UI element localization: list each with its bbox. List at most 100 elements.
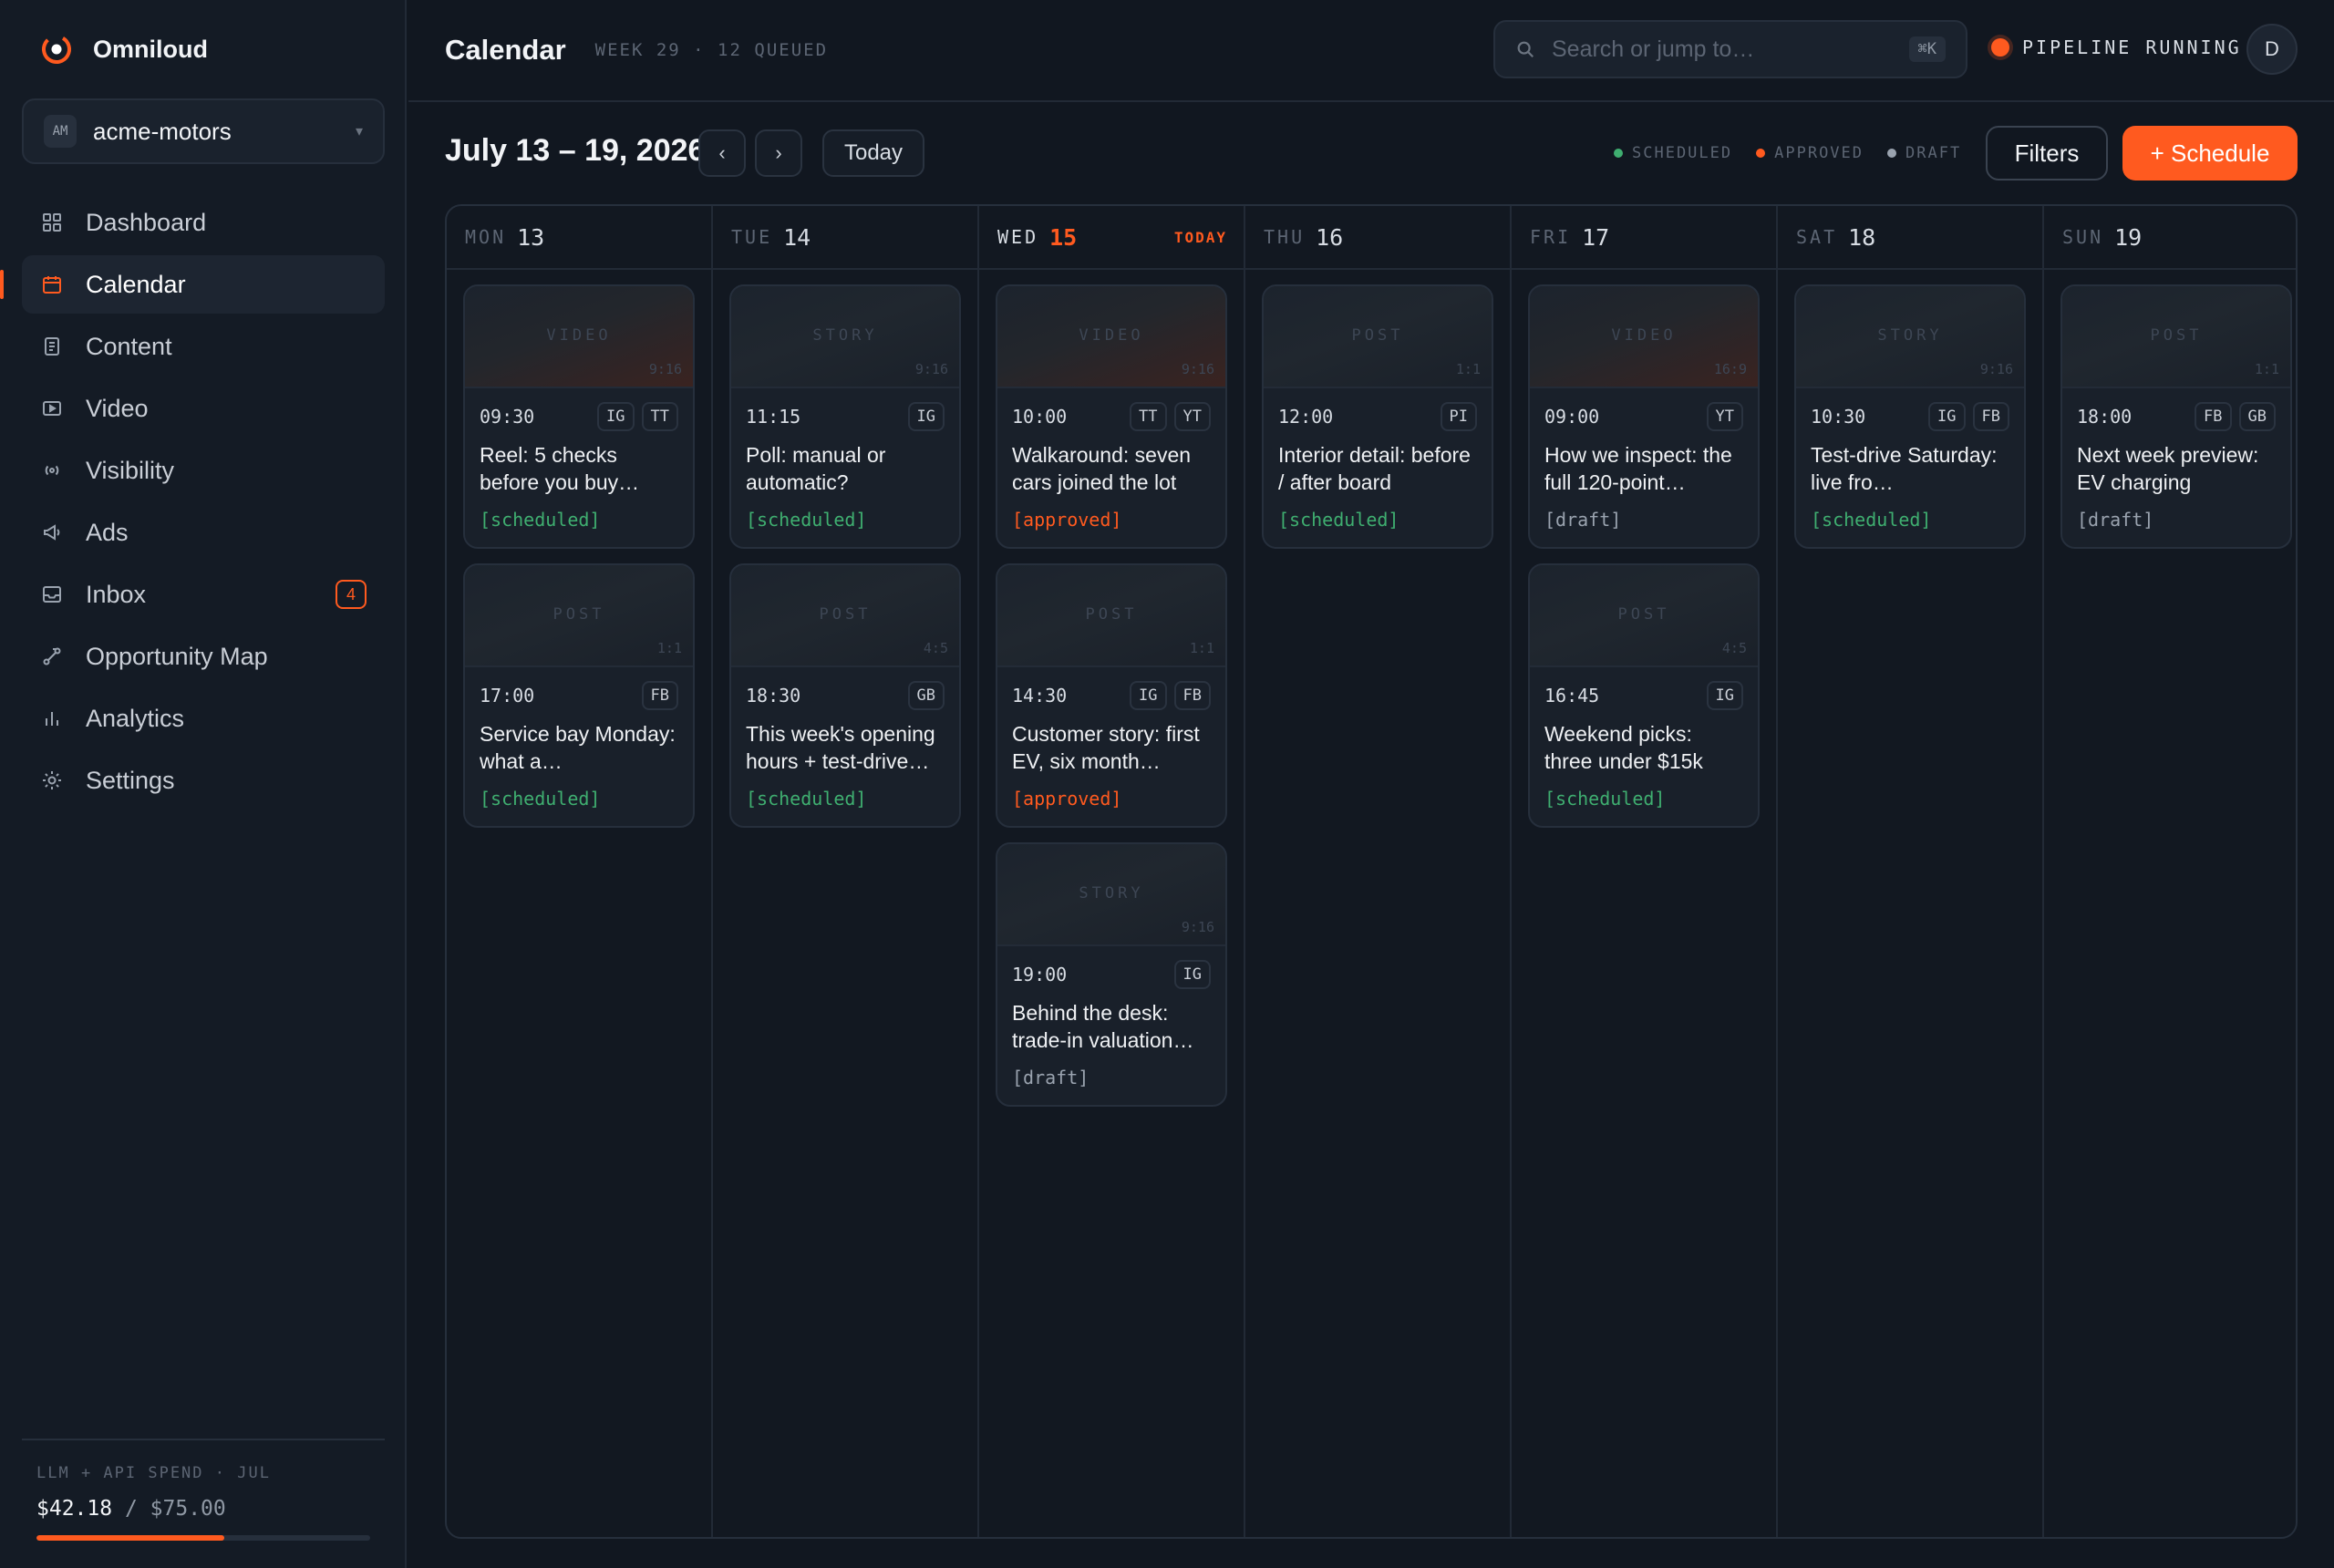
post-card[interactable]: POST 1:1 14:30 IG FB Customer story: first EV… bbox=[996, 563, 1227, 828]
post-card[interactable]: STORY 9:16 10:30 IG FB Test-drive Saturday: l… bbox=[1794, 284, 2026, 549]
post-type: STORY bbox=[1877, 326, 1943, 345]
platform-chip: FB bbox=[641, 681, 678, 710]
post-card[interactable]: VIDEO 9:16 09:30 IG TT Reel: 5 checks before … bbox=[463, 284, 695, 549]
post-type: POST bbox=[2150, 326, 2203, 345]
top-header: Calendar WEEK 29 · 12 QUEUED ⌘K PIPELINE… bbox=[408, 0, 2334, 102]
legend-item-scheduled: SCHEDULED bbox=[1614, 144, 1732, 162]
post-card[interactable]: POST 1:1 17:00 FB Service bay Monday: what a… bbox=[463, 563, 695, 828]
day-number: 17 bbox=[1582, 223, 1610, 251]
platform-chip: IG bbox=[597, 402, 635, 431]
day-column-thu[interactable]: THU 16 POST 1:1 12:00 PI Interior detail: befo… bbox=[1245, 206, 1512, 1537]
post-card[interactable]: STORY 9:16 19:00 IG Behind the desk: trade-i… bbox=[996, 842, 1227, 1107]
post-status: [approved] bbox=[1012, 788, 1122, 810]
post-card[interactable]: POST 4:5 18:30 GB This week's opening hours … bbox=[729, 563, 961, 828]
post-meta: 12:00 PI bbox=[1264, 401, 1492, 432]
sidebar-item-inbox[interactable]: Inbox 4 bbox=[22, 565, 385, 624]
day-cards: VIDEO 9:16 10:00 TT YT Walkaround: seven cars… bbox=[979, 270, 1244, 1136]
bar-chart-icon bbox=[40, 707, 64, 730]
sidebar-item-analytics[interactable]: Analytics bbox=[22, 689, 385, 748]
post-time: 10:30 bbox=[1811, 406, 1866, 428]
post-type: POST bbox=[819, 605, 872, 624]
megaphone-icon bbox=[40, 521, 64, 544]
post-meta: 16:45 IG bbox=[1530, 680, 1758, 711]
inbox-icon bbox=[40, 583, 64, 606]
brand[interactable]: Omniloud bbox=[40, 33, 208, 66]
aspect-ratio: 4:5 bbox=[1721, 640, 1747, 656]
sidebar-item-dashboard[interactable]: Dashboard bbox=[22, 193, 385, 252]
sidebar-item-calendar[interactable]: Calendar bbox=[0, 255, 385, 314]
aspect-ratio: 9:16 bbox=[648, 361, 682, 377]
sidebar-item-label: Analytics bbox=[86, 704, 185, 732]
day-column-mon[interactable]: MON 13 VIDEO 9:16 09:30 IG TT Reel: 5 checks be… bbox=[447, 206, 713, 1537]
day-header: TUE 14 bbox=[713, 206, 977, 270]
day-column-fri[interactable]: FRI 17 VIDEO 16:9 09:00 YT How we inspect: the… bbox=[1512, 206, 1778, 1537]
platform-chip: FB bbox=[1972, 402, 2009, 431]
aspect-ratio: 9:16 bbox=[1181, 919, 1214, 935]
sidebar-item-video[interactable]: Video bbox=[22, 379, 385, 438]
post-type: VIDEO bbox=[1079, 326, 1144, 345]
post-thumbnail: POST 1:1 bbox=[465, 565, 693, 667]
omniloud-logo-icon bbox=[40, 33, 73, 66]
sidebar-item-label: Calendar bbox=[86, 270, 186, 298]
day-column-sun[interactable]: SUN 19 POST 1:1 18:00 FB GB Next week preview: … bbox=[2044, 206, 2296, 1537]
platform-chip: TT bbox=[1130, 402, 1167, 431]
spend-progress-fill bbox=[36, 1535, 224, 1541]
post-title: This week's opening hours + test-drive… bbox=[746, 722, 935, 773]
post-meta: 10:30 IG FB bbox=[1796, 401, 2024, 432]
post-thumbnail: VIDEO 9:16 bbox=[465, 286, 693, 388]
sidebar-item-opportunity-map[interactable]: Opportunity Map bbox=[22, 627, 385, 686]
aspect-ratio: 1:1 bbox=[656, 640, 682, 656]
day-column-tue[interactable]: TUE 14 STORY 9:16 11:15 IG Poll: manual or aut… bbox=[713, 206, 979, 1537]
legend-label: SCHEDULED bbox=[1632, 144, 1733, 162]
post-card[interactable]: STORY 9:16 11:15 IG Poll: manual or automati… bbox=[729, 284, 961, 549]
search-input[interactable] bbox=[1552, 36, 1909, 63]
post-title: Poll: manual or automatic? bbox=[746, 443, 886, 494]
filters-button[interactable]: Filters bbox=[1986, 126, 2108, 181]
sidebar-item-content[interactable]: Content bbox=[22, 317, 385, 376]
prev-week-button[interactable]: ‹ bbox=[698, 129, 746, 177]
spend-values: $42.18 / $75.00 bbox=[36, 1497, 370, 1521]
search-bar[interactable]: ⌘K bbox=[1493, 20, 1967, 78]
post-title: Next week preview: EV charging basics… bbox=[2077, 443, 2259, 494]
day-number: 14 bbox=[783, 223, 811, 251]
status-legend: SCHEDULED APPROVED DRAFT bbox=[1614, 144, 1961, 162]
spend-limit: $75.00 bbox=[150, 1497, 226, 1521]
pipeline-status[interactable]: PIPELINE RUNNING bbox=[1991, 36, 2242, 58]
post-card[interactable]: VIDEO 16:9 09:00 YT How we inspect: the full… bbox=[1528, 284, 1760, 549]
grid-icon bbox=[40, 211, 64, 234]
day-column-wed[interactable]: WED 15 TODAY VIDEO 9:16 10:00 TT YT Walkaround: … bbox=[979, 206, 1245, 1537]
post-time: 17:00 bbox=[480, 685, 535, 707]
workspace-switcher[interactable]: AM acme-motors ▾ bbox=[22, 98, 385, 164]
post-type: POST bbox=[1351, 326, 1404, 345]
post-status: [scheduled] bbox=[480, 788, 601, 810]
post-meta: 18:00 FB GB bbox=[2062, 401, 2290, 432]
day-name: WED bbox=[997, 226, 1039, 248]
post-status: [draft] bbox=[2077, 509, 2154, 531]
post-meta: 17:00 FB bbox=[465, 680, 693, 711]
user-avatar[interactable]: D bbox=[2246, 24, 2298, 75]
chevron-down-icon: ▾ bbox=[355, 124, 363, 139]
post-card[interactable]: POST 1:1 18:00 FB GB Next week preview: EV ch… bbox=[2060, 284, 2292, 549]
sidebar: Omniloud AM acme-motors ▾ Dashboard Calen… bbox=[0, 0, 407, 1568]
week-calendar-grid: MON 13 VIDEO 9:16 09:30 IG TT Reel: 5 checks be… bbox=[445, 204, 2298, 1539]
schedule-button[interactable]: + Schedule bbox=[2122, 126, 2298, 181]
day-column-sat[interactable]: SAT 18 STORY 9:16 10:30 IG FB Test-drive Saturd… bbox=[1778, 206, 2044, 1537]
post-card[interactable]: VIDEO 9:16 10:00 TT YT Walkaround: seven cars… bbox=[996, 284, 1227, 549]
day-number: 18 bbox=[1848, 223, 1876, 251]
aspect-ratio: 9:16 bbox=[1181, 361, 1214, 377]
today-button[interactable]: Today bbox=[822, 129, 924, 177]
post-title: Test-drive Saturday: live fro… bbox=[1811, 443, 1998, 494]
post-meta: 11:15 IG bbox=[731, 401, 959, 432]
pipeline-status-label: PIPELINE RUNNING bbox=[2022, 36, 2242, 58]
post-card[interactable]: POST 4:5 16:45 IG Weekend picks: three under… bbox=[1528, 563, 1760, 828]
post-type: POST bbox=[1617, 605, 1670, 624]
post-card[interactable]: POST 1:1 12:00 PI Interior detail: before / … bbox=[1262, 284, 1493, 549]
post-type: STORY bbox=[812, 326, 878, 345]
sidebar-item-settings[interactable]: Settings bbox=[22, 751, 385, 810]
next-week-button[interactable]: › bbox=[755, 129, 802, 177]
post-type: POST bbox=[553, 605, 605, 624]
day-number: 19 bbox=[2114, 223, 2143, 251]
day-number: 13 bbox=[517, 223, 545, 251]
sidebar-item-visibility[interactable]: Visibility bbox=[22, 441, 385, 500]
sidebar-item-ads[interactable]: Ads bbox=[22, 503, 385, 562]
